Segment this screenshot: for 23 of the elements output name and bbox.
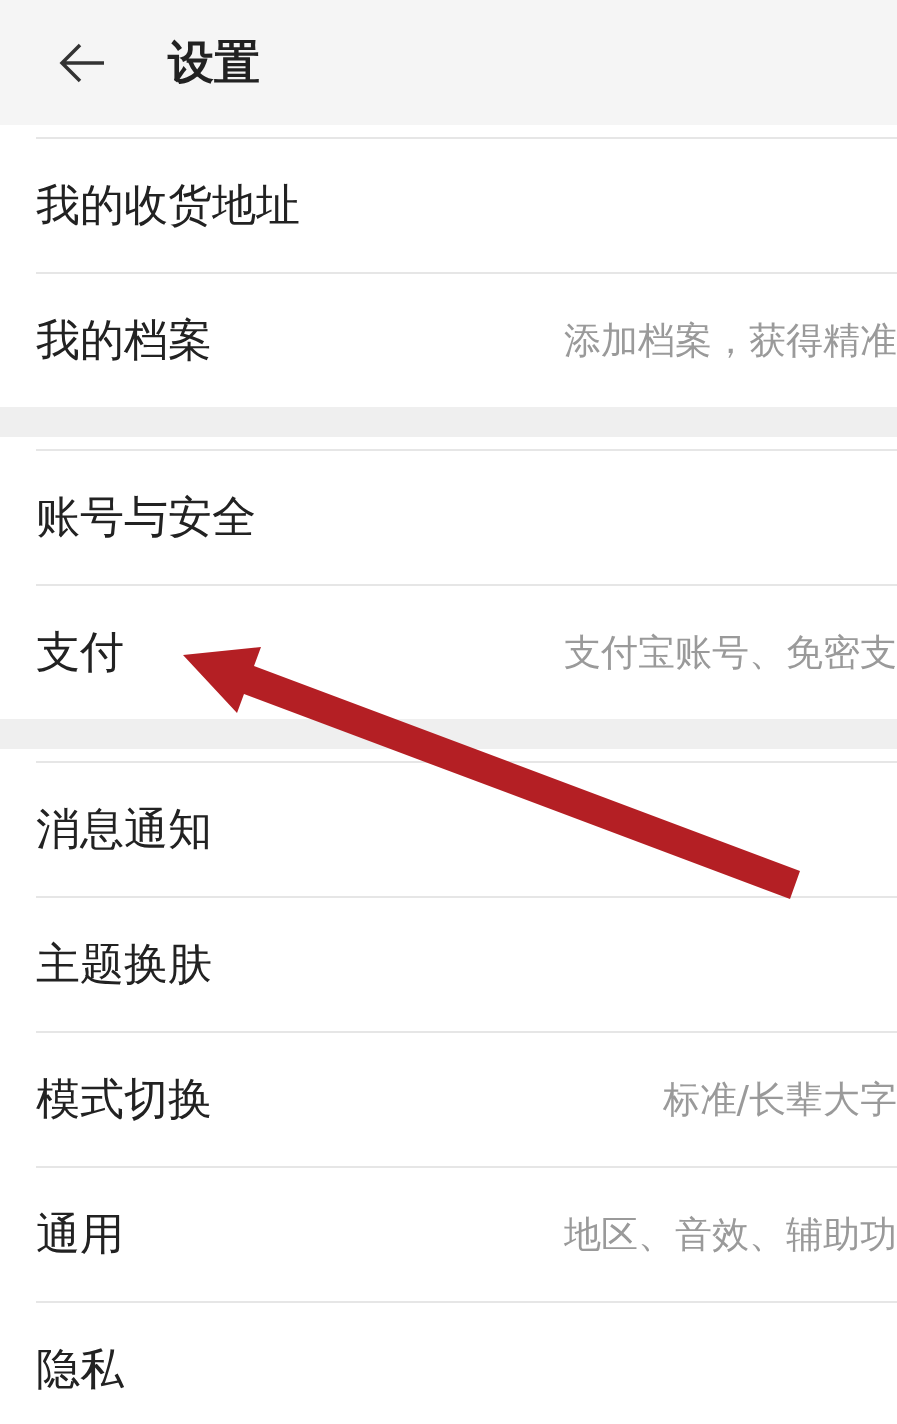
row-label: 我的档案 — [36, 313, 212, 367]
row-hint: 支付宝账号、免密支 — [564, 629, 897, 676]
row-hint: 地区、音效、辅助功 — [564, 1211, 897, 1258]
settings-row[interactable]: 隐私 — [36, 1301, 897, 1424]
row-label: 模式切换 — [36, 1072, 212, 1126]
row-label: 主题换肤 — [36, 937, 212, 991]
row-label: 消息通知 — [36, 802, 212, 856]
page-title: 设置 — [168, 33, 260, 91]
row-label: 通用 — [36, 1207, 124, 1261]
row-label: 我的收货地址 — [36, 178, 300, 232]
settings-row[interactable]: 我的收货地址 — [36, 137, 897, 272]
settings-row[interactable]: 通用 地区、音效、辅助功 — [36, 1166, 897, 1301]
settings-row[interactable]: 我的档案 添加档案，获得精准 — [36, 272, 897, 407]
settings-row[interactable]: 账号与安全 — [36, 449, 897, 584]
back-icon — [58, 42, 106, 83]
row-hint: 添加档案，获得精准 — [564, 317, 897, 364]
settings-row[interactable]: 主题换肤 — [36, 896, 897, 1031]
row-hint: 标准/长辈大字 — [662, 1076, 897, 1123]
row-label: 账号与安全 — [36, 490, 256, 544]
row-label: 隐私 — [36, 1342, 124, 1396]
settings-row[interactable]: 模式切换 标准/长辈大字 — [36, 1031, 897, 1166]
back-button[interactable] — [58, 42, 106, 83]
row-label: 支付 — [36, 625, 124, 679]
